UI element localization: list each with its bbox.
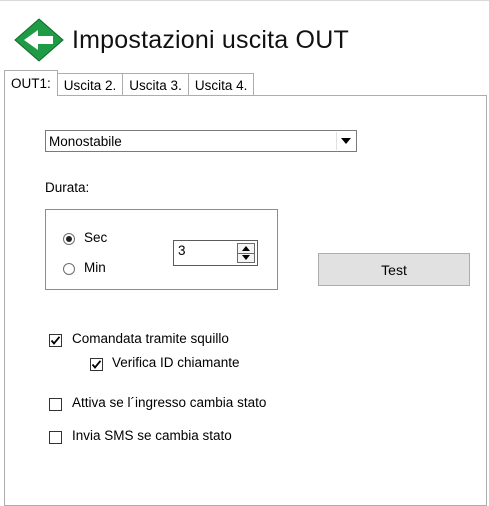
window-top-border — [0, 0, 489, 1]
page-title: Impostazioni uscita OUT — [72, 25, 349, 54]
back-arrow-icon[interactable] — [14, 18, 64, 62]
input-change-checkbox[interactable] — [49, 398, 62, 411]
output-tabs: OUT1: Uscita 2. Uscita 3. Uscita 4. — [4, 70, 255, 96]
radio-sec-label: Sec — [84, 230, 108, 245]
radio-sec[interactable] — [63, 233, 75, 245]
ring-checkbox[interactable] — [49, 334, 62, 347]
duration-label: Durata: — [45, 180, 90, 195]
tab-out1[interactable]: OUT1: — [4, 70, 58, 96]
duration-value[interactable]: 3 — [174, 241, 237, 265]
spin-up-icon[interactable] — [238, 244, 254, 253]
test-button[interactable]: Test — [318, 253, 470, 286]
input-change-checkbox-label: Attiva se l´ingresso cambia stato — [72, 395, 267, 410]
caller-id-checkbox-label: Verifica ID chiamante — [112, 355, 240, 370]
radio-min[interactable] — [63, 263, 75, 275]
tab-uscita-3[interactable]: Uscita 3. — [122, 73, 189, 96]
tab-panel — [4, 95, 487, 506]
spin-down-icon[interactable] — [238, 252, 254, 263]
sms-checkbox[interactable] — [49, 431, 62, 444]
radio-min-label: Min — [84, 260, 106, 275]
ring-checkbox-label: Comandata tramite squillo — [72, 331, 229, 346]
chevron-down-icon[interactable] — [336, 132, 355, 150]
mode-select[interactable]: Monostabile — [45, 130, 357, 152]
mode-select-value: Monostabile — [49, 133, 122, 149]
page-header: Impostazioni uscita OUT — [14, 18, 349, 62]
caller-id-checkbox[interactable] — [90, 358, 103, 371]
duration-stepper[interactable]: 3 — [173, 240, 258, 266]
tab-uscita-2[interactable]: Uscita 2. — [56, 73, 124, 96]
sms-checkbox-label: Invia SMS se cambia stato — [72, 428, 232, 443]
tab-uscita-4[interactable]: Uscita 4. — [187, 73, 255, 96]
